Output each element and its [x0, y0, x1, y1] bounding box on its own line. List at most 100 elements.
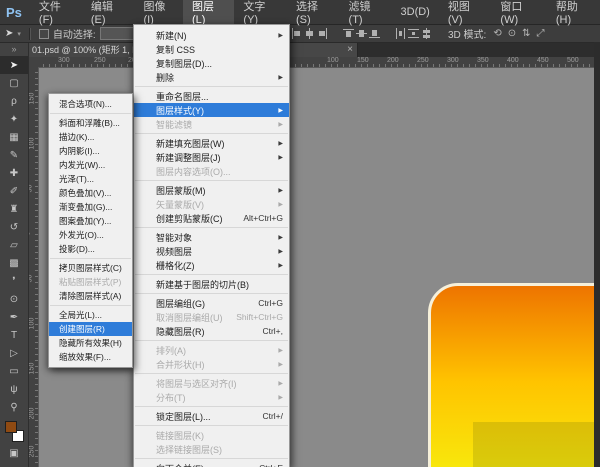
lasso-tool-icon[interactable]: ρ [0, 92, 28, 110]
menubar-item[interactable]: 图层(L) [182, 0, 235, 26]
healing-brush-tool-icon[interactable]: ✚ [0, 164, 28, 182]
align-vertical-centers-icon[interactable] [356, 28, 367, 39]
align-left-edges-icon[interactable] [291, 28, 302, 39]
layer-menu-item-layer-style[interactable]: 图层样式(Y) ▶ [134, 103, 289, 117]
layer-style-item-bevel-emboss[interactable]: 斜面和浮雕(B)... [49, 116, 132, 130]
layer-menu-item-hide-layers[interactable]: 隐藏图层(R) Ctrl+, [134, 324, 289, 338]
tab-close-icon[interactable]: × [341, 44, 353, 55]
layer-style-item-outer-glow[interactable]: 外发光(O)... [49, 228, 132, 242]
distribute-horizontal-icon[interactable] [395, 28, 406, 39]
layer-menu-item-duplicate-layer[interactable]: 复制图层(D)... [134, 56, 289, 70]
menu-item-label: 外发光(O)... [59, 230, 104, 240]
layer-menu-item-new-fill-layer[interactable]: 新建填充图层(W) ▶ [134, 136, 289, 150]
menubar-item[interactable]: 3D(D) [392, 0, 439, 24]
type-tool-icon[interactable]: T [0, 326, 28, 344]
pen-tool-icon[interactable]: ✒ [0, 308, 28, 326]
layer-style-item-global-light[interactable]: 全局光(L)... [49, 308, 132, 322]
quick-selection-tool-icon[interactable]: ✦ [0, 110, 28, 128]
blur-tool-icon[interactable]: ❜ [0, 272, 28, 290]
layer-menu-item-rasterize[interactable]: 栅格化(Z) ▶ [134, 258, 289, 272]
menubar-item[interactable]: 文字(Y) [234, 0, 287, 26]
foreground-color-swatch[interactable] [5, 421, 17, 433]
zoom-tool-icon[interactable]: ⚲ [0, 398, 28, 416]
crop-tool-icon[interactable]: ▦ [0, 128, 28, 146]
menu-item-label: 栅格化(Z) [156, 260, 195, 271]
layer-menu-item-rename-layer[interactable]: 重命名图层... [134, 89, 289, 103]
tool-preset-caret-icon[interactable]: ▾ [17, 30, 21, 38]
layer-style-item-scale-effects[interactable]: 缩放效果(F)... [49, 350, 132, 364]
layer-menu-item-new[interactable]: 新建(N) ▶ [134, 28, 289, 42]
layer-style-item-inner-glow[interactable]: 内发光(W)... [49, 158, 132, 172]
canvas-shape-rounded-rect[interactable] [428, 283, 594, 467]
menu-separator [50, 305, 131, 306]
layer-style-item-inner-shadow[interactable]: 内阴影(I)... [49, 144, 132, 158]
layer-menu-item-copy-css[interactable]: 复制 CSS [134, 42, 289, 56]
menu-item-label: 内发光(W)... [59, 160, 106, 170]
layer-menu-item-merge-down[interactable]: 向下合并(E) Ctrl+E [134, 461, 289, 467]
layer-menu-item-create-clipping-mask[interactable]: 创建剪贴蒙版(C) Alt+Ctrl+G [134, 211, 289, 225]
distribute-vertical-icon[interactable] [408, 28, 419, 39]
layer-menu-item-align-layers-to-selection: 将图层与选区对齐(I) ▶ [134, 376, 289, 390]
menubar-item[interactable]: 图像(I) [134, 0, 183, 26]
ruler-label: 300 [447, 57, 459, 64]
layer-menu-item-smart-objects[interactable]: 智能对象 ▶ [134, 230, 289, 244]
align-top-edges-icon[interactable] [343, 28, 354, 39]
layer-menu-item-ungroup-layers: 取消图层编组(U) Shift+Ctrl+G [134, 310, 289, 324]
submenu-arrow-icon: ▶ [278, 248, 283, 255]
menubar-item[interactable]: 帮助(H) [547, 0, 600, 26]
hand-tool-icon[interactable]: ψ [0, 380, 28, 398]
layer-menu-item-layer-mask[interactable]: 图层蒙版(M) ▶ [134, 183, 289, 197]
menubar-item[interactable]: 视图(V) [439, 0, 492, 26]
layer-menu-item-new-layer-based-slice[interactable]: 新建基于图层的切片(B) [134, 277, 289, 291]
layer-style-item-clear-layer-style[interactable]: 清除图层样式(A) [49, 289, 132, 303]
align-right-edges-icon[interactable] [317, 28, 328, 39]
gradient-tool-icon[interactable]: ▩ [0, 254, 28, 272]
align-horizontal-centers-icon[interactable] [304, 28, 315, 39]
menubar-item[interactable]: 窗口(W) [491, 0, 546, 26]
submenu-arrow-icon: ▶ [278, 32, 283, 39]
layer-style-item-copy-layer-style[interactable]: 拷贝图层样式(C) [49, 261, 132, 275]
align-bottom-edges-icon[interactable] [369, 28, 380, 39]
layer-style-item-drop-shadow[interactable]: 投影(D)... [49, 242, 132, 256]
rectangle-tool-icon[interactable]: ▭ [0, 362, 28, 380]
layer-menu-item-new-adjustment-layer[interactable]: 新建调整图层(J) ▶ [134, 150, 289, 164]
menubar-item[interactable]: 选择(S) [287, 0, 340, 26]
layer-menu-item-group-layers[interactable]: 图层编组(G) Ctrl+G [134, 296, 289, 310]
3d-mode-icon[interactable]: ⊙ [508, 28, 516, 39]
3d-mode-icon[interactable]: ⇅ [522, 28, 530, 39]
layer-style-item-blending-options[interactable]: 混合选项(N)... [49, 97, 132, 111]
3d-mode-icon[interactable]: ⟲ [493, 28, 501, 39]
layer-menu-item-lock-layers[interactable]: 锁定图层(L)... Ctrl+/ [134, 409, 289, 423]
photoshop-logo: Ps [6, 4, 22, 20]
clone-stamp-tool-icon[interactable]: ♜ [0, 200, 28, 218]
layer-style-item-gradient-overlay[interactable]: 渐变叠加(G)... [49, 200, 132, 214]
menu-item-label: 新建调整图层(J) [156, 152, 221, 163]
layer-style-item-satin[interactable]: 光泽(T)... [49, 172, 132, 186]
brush-tool-icon[interactable]: ✐ [0, 182, 28, 200]
path-selection-tool-icon[interactable]: ▷ [0, 344, 28, 362]
dodge-tool-icon[interactable]: ⊙ [0, 290, 28, 308]
quick-mask-icon[interactable]: ▣ [0, 444, 28, 462]
collapse-panel-icon[interactable]: » [0, 42, 28, 56]
layer-style-item-stroke[interactable]: 描边(K)... [49, 130, 132, 144]
move-tool-icon[interactable]: ➤ [0, 56, 28, 74]
layer-menu-item-video-layers[interactable]: 视频图层 ▶ [134, 244, 289, 258]
3d-mode-icon[interactable]: ⤢ [537, 28, 545, 39]
menubar-item[interactable]: 滤镜(T) [340, 0, 392, 26]
history-brush-tool-icon[interactable]: ↺ [0, 218, 28, 236]
menubar-item[interactable]: 文件(F) [30, 0, 82, 26]
layer-style-item-pattern-overlay[interactable]: 图案叠加(Y)... [49, 214, 132, 228]
rectangular-marquee-tool-icon[interactable]: ▢ [0, 74, 28, 92]
menu-item-label: 清除图层样式(A) [59, 291, 122, 301]
layer-style-item-color-overlay[interactable]: 颜色叠加(V)... [49, 186, 132, 200]
layer-style-item-hide-all-effects[interactable]: 隐藏所有效果(H) [49, 336, 132, 350]
menu-item-label: 图层编组(G) [156, 298, 205, 309]
layer-menu-item-delete[interactable]: 删除 ▶ [134, 70, 289, 84]
menubar-item[interactable]: 编辑(E) [82, 0, 135, 26]
eraser-tool-icon[interactable]: ▱ [0, 236, 28, 254]
layer-style-item-create-layer[interactable]: 创建图层(R) [49, 322, 132, 336]
auto-align-layers-icon[interactable] [421, 28, 432, 39]
auto-select-dropdown[interactable] [99, 27, 136, 40]
auto-select-checkbox[interactable] [38, 28, 49, 39]
eyedropper-tool-icon[interactable]: ✎ [0, 146, 28, 164]
